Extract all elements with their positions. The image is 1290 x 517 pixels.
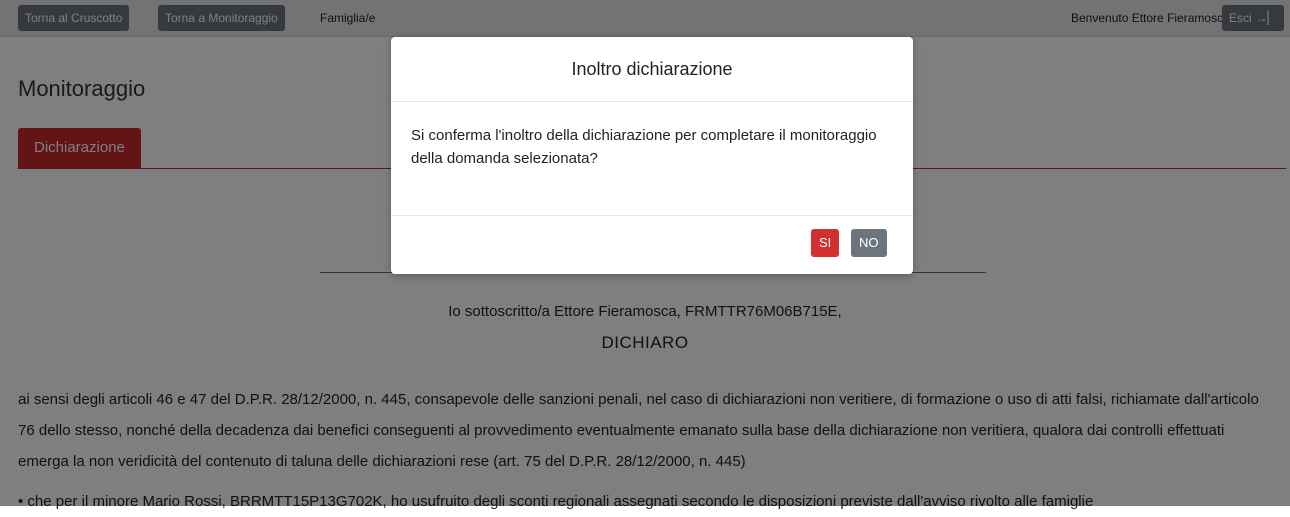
confirm-yes-button[interactable]: SI: [811, 229, 840, 257]
modal-title: Inoltro dichiarazione: [391, 37, 913, 102]
modal-message: Si conferma l'inoltro della dichiarazion…: [391, 102, 913, 216]
confirm-modal: Inoltro dichiarazione Si conferma l'inol…: [391, 37, 913, 274]
modal-footer: SI NO: [391, 216, 913, 274]
confirm-no-button[interactable]: NO: [851, 229, 887, 257]
